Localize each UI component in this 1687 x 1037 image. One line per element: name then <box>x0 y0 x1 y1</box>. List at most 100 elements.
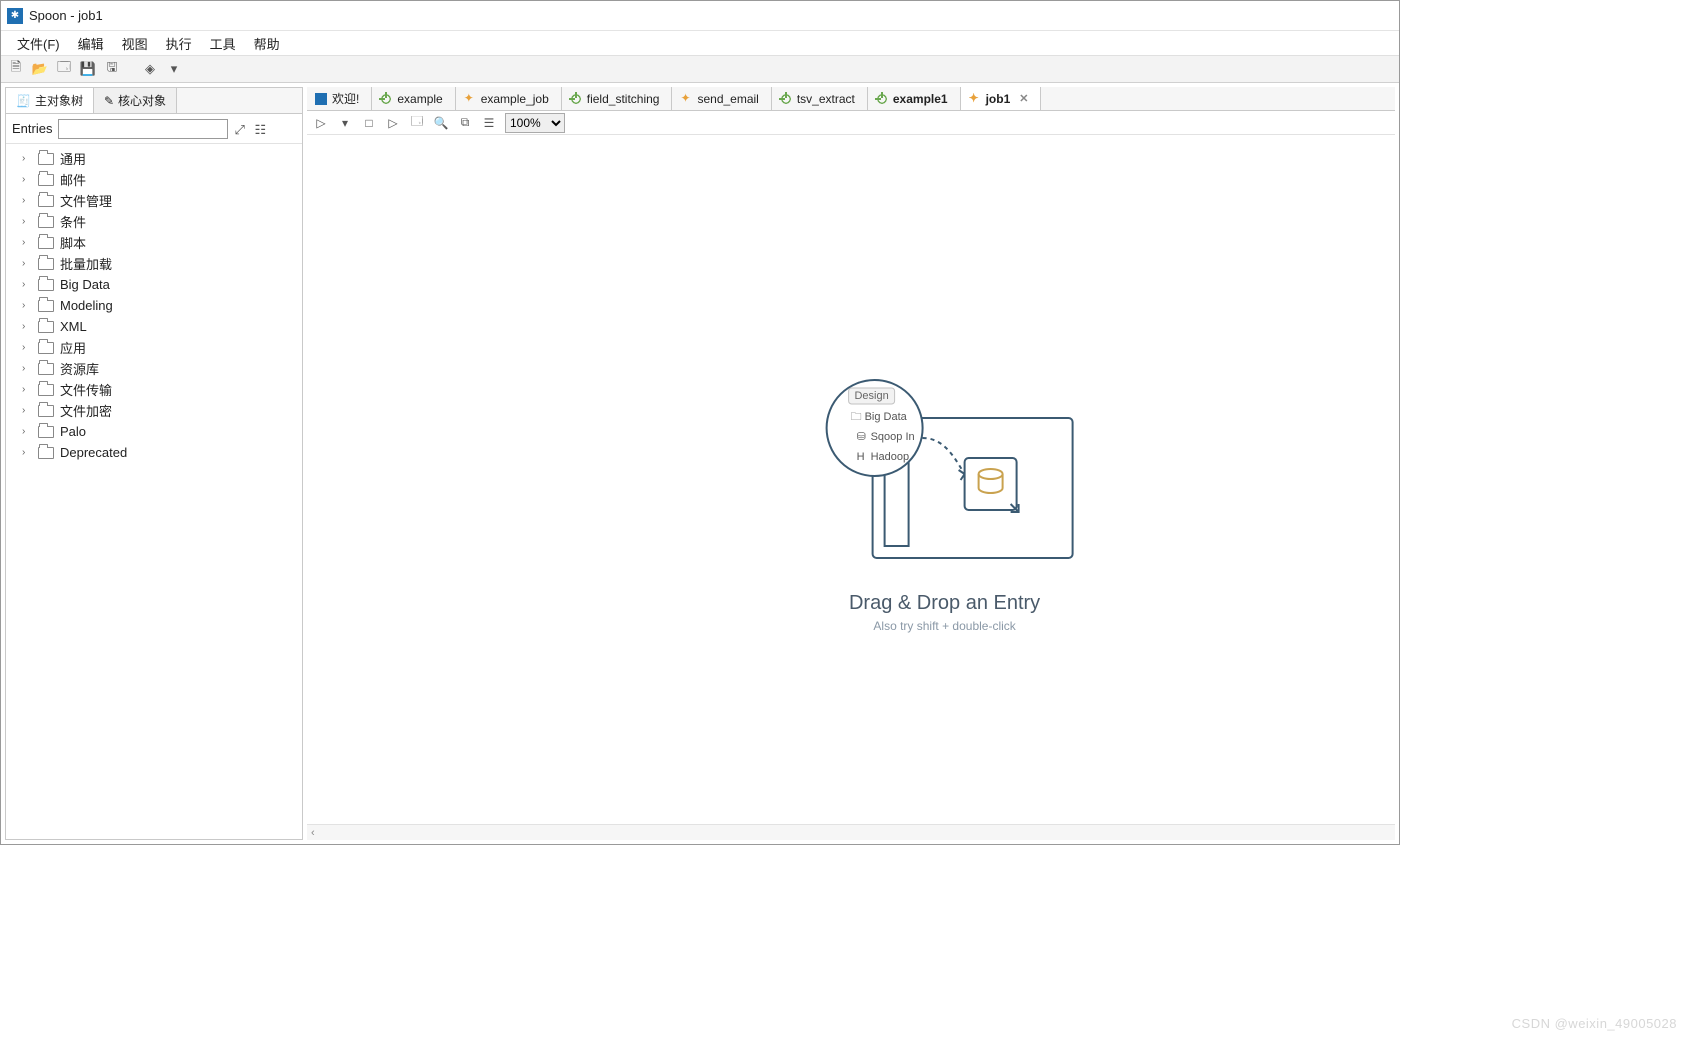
app-window: ✱ Spoon - job1 文件(F) 编辑 视图 执行 工具 帮助 🗎 📂 … <box>0 0 1400 845</box>
tab-example[interactable]: example <box>372 87 455 110</box>
folder-icon <box>38 174 54 186</box>
tab-example1[interactable]: example1 <box>868 87 961 110</box>
tab-field-stitching[interactable]: field_stitching <box>562 87 673 110</box>
menu-help[interactable]: 帮助 <box>246 32 288 55</box>
tree-item-fileencrypt[interactable]: ›文件加密 <box>6 400 302 421</box>
blank-area-right <box>1400 0 1687 845</box>
folder-icon <box>38 321 54 333</box>
svg-text:⛁: ⛁ <box>857 431 866 443</box>
expand-all-icon[interactable]: ⤢ <box>234 122 248 136</box>
folder-icon <box>38 426 54 438</box>
save-icon[interactable]: 💾 <box>79 60 97 78</box>
body: 🧾 主对象树 ✎ 核心对象 Entries ⤢ ☷ ›通用 ›邮件 ›文件管理 … <box>1 83 1399 844</box>
debug-icon[interactable]: 🔍 <box>433 115 449 131</box>
blank-area-bottom <box>0 845 1687 1037</box>
document-tabs: 欢迎! example example_job field_stitching … <box>307 87 1395 111</box>
save-as-icon[interactable]: 🖫 <box>103 60 121 78</box>
tree-item-repository[interactable]: ›资源库 <box>6 358 302 379</box>
tree-item-deprecated[interactable]: › Deprecated <box>6 442 302 463</box>
tree-item-filemgmt[interactable]: ›文件管理 <box>6 190 302 211</box>
chevron-right-icon: › <box>22 447 32 458</box>
explore-icon[interactable]: 🗔 <box>55 60 73 78</box>
drop-hint-subtitle: Also try shift + double-click <box>815 619 1075 633</box>
side-panel: 🧾 主对象树 ✎ 核心对象 Entries ⤢ ☷ ›通用 ›邮件 ›文件管理 … <box>5 87 303 840</box>
stop-icon[interactable]: □ <box>361 115 377 131</box>
entries-search-input[interactable] <box>58 119 228 139</box>
collapse-all-icon[interactable]: ☷ <box>254 122 268 136</box>
tree-item-bulkload[interactable]: ›批量加载 <box>6 253 302 274</box>
chevron-right-icon: › <box>22 342 32 353</box>
layout-icon[interactable]: ☰ <box>481 115 497 131</box>
tab-welcome[interactable]: 欢迎! <box>307 87 372 110</box>
tree-item-label: 通用 <box>60 149 86 168</box>
entries-bar: Entries ⤢ ☷ <box>6 114 302 144</box>
tree-item-conditions[interactable]: ›条件 <box>6 211 302 232</box>
horizontal-scrollbar[interactable]: ‹ <box>307 824 1395 840</box>
menu-view[interactable]: 视图 <box>114 32 156 55</box>
tree-item-scripting[interactable]: ›脚本 <box>6 232 302 253</box>
tree-item-mail[interactable]: ›邮件 <box>6 169 302 190</box>
main-toolbar: 🗎 📂 🗔 💾 🖫 ◈ ▾ <box>1 55 1399 83</box>
tree-item-modeling[interactable]: ›Modeling <box>6 295 302 316</box>
run-dropdown-icon[interactable]: ▾ <box>337 115 353 131</box>
tree-item-label: Deprecated <box>60 445 127 460</box>
menu-file[interactable]: 文件(F) <box>9 32 68 55</box>
tree-item-xml[interactable]: ›XML <box>6 316 302 337</box>
chevron-right-icon: › <box>22 321 32 332</box>
zoom-select[interactable]: 100% <box>505 113 565 133</box>
menu-edit[interactable]: 编辑 <box>70 32 112 55</box>
sql-icon[interactable]: ⧉ <box>457 115 473 131</box>
folder-icon <box>38 195 54 207</box>
entries-label: Entries <box>12 121 52 136</box>
tab-label: send_email <box>697 92 758 106</box>
job-icon <box>680 93 692 105</box>
menu-tools[interactable]: 工具 <box>202 32 244 55</box>
side-tab-label: 主对象树 <box>35 92 83 109</box>
tree-item-palo[interactable]: ›Palo <box>6 421 302 442</box>
tree-item-general[interactable]: › 通用 <box>6 148 302 169</box>
tab-label: job1 <box>986 92 1011 106</box>
tab-main-tree[interactable]: 🧾 主对象树 <box>6 88 94 113</box>
svg-text:Hadoop: Hadoop <box>871 451 910 463</box>
tab-label: tsv_extract <box>797 92 855 106</box>
chevron-right-icon: › <box>22 384 32 395</box>
folder-icon <box>38 447 54 459</box>
folder-icon <box>38 405 54 417</box>
new-file-icon[interactable]: 🗎 <box>7 60 25 78</box>
preview-icon[interactable]: 🗔 <box>409 115 425 131</box>
transformation-icon <box>570 93 582 105</box>
tree-item-label: 邮件 <box>60 170 86 189</box>
canvas[interactable]: Design 🗀Big Data ⛁Sqoop In HHadoop Drag … <box>307 135 1395 824</box>
window-title: Spoon - job1 <box>29 8 103 23</box>
svg-text:H: H <box>857 451 865 463</box>
titlebar: ✱ Spoon - job1 <box>1 1 1399 31</box>
transformation-icon <box>876 93 888 105</box>
perspective-icon[interactable]: ◈ <box>141 60 159 78</box>
tab-core-objects[interactable]: ✎ 核心对象 <box>94 88 177 113</box>
folder-icon <box>38 279 54 291</box>
tree-item-label: 文件传输 <box>60 380 112 399</box>
tab-job1[interactable]: job1 ✕ <box>961 87 1042 110</box>
drop-hint: Design 🗀Big Data ⛁Sqoop In HHadoop Drag … <box>815 378 1075 633</box>
menu-run[interactable]: 执行 <box>158 32 200 55</box>
tree-item-app[interactable]: ›应用 <box>6 337 302 358</box>
tree-item-label: Big Data <box>60 277 110 292</box>
tab-label: example_job <box>481 92 549 106</box>
tree-item-label: 文件加密 <box>60 401 112 420</box>
open-file-icon[interactable]: 📂 <box>31 60 49 78</box>
tab-tsv-extract[interactable]: tsv_extract <box>772 87 868 110</box>
folder-icon <box>38 153 54 165</box>
tree-item-label: 条件 <box>60 212 86 231</box>
chevron-right-icon: › <box>22 258 32 269</box>
run-icon[interactable]: ▷ <box>313 115 329 131</box>
menubar: 文件(F) 编辑 视图 执行 工具 帮助 <box>1 31 1399 55</box>
replay-icon[interactable]: ▷ <box>385 115 401 131</box>
drop-hint-title: Drag & Drop an Entry <box>815 592 1075 615</box>
tree-item-filetransfer[interactable]: › 文件传输 <box>6 379 302 400</box>
tab-send-email[interactable]: send_email <box>672 87 771 110</box>
chevron-right-icon: › <box>22 153 32 164</box>
tab-example-job[interactable]: example_job <box>456 87 562 110</box>
chevron-down-icon[interactable]: ▾ <box>165 60 183 78</box>
close-icon[interactable]: ✕ <box>1019 92 1028 105</box>
tree-item-bigdata[interactable]: ›Big Data <box>6 274 302 295</box>
